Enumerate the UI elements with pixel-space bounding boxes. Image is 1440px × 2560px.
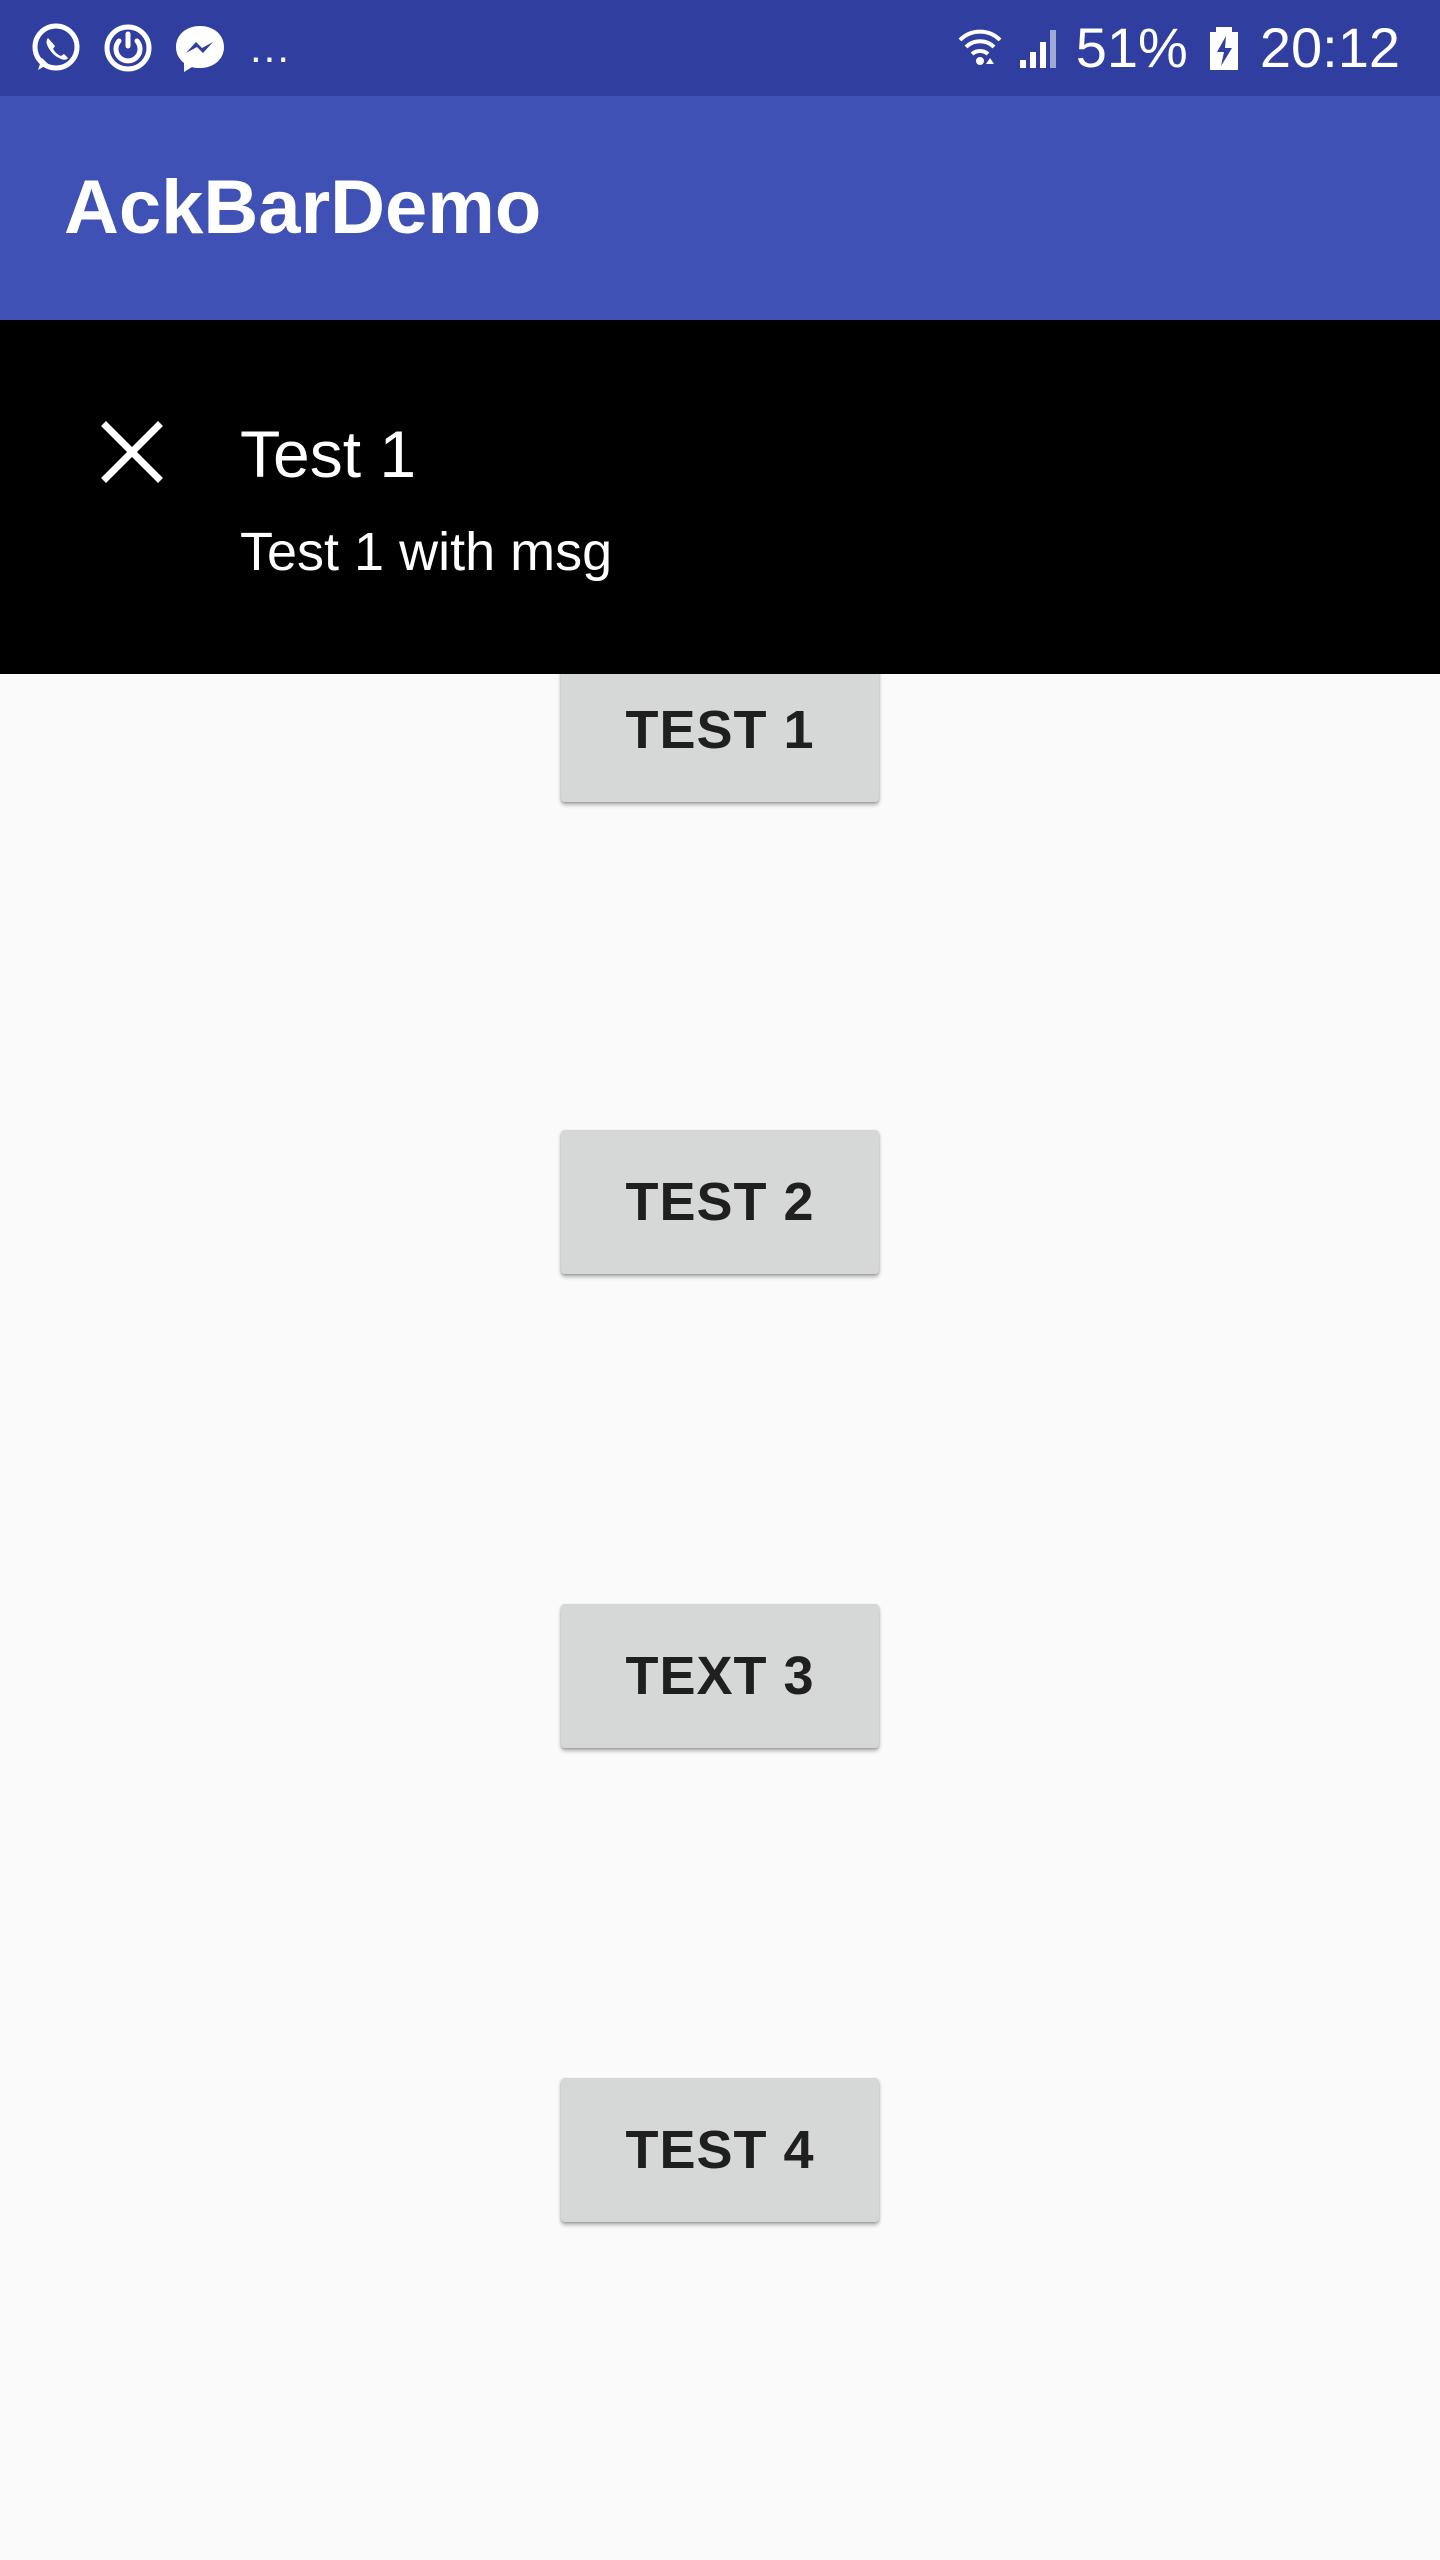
status-bar: ... 51% 20:12 bbox=[0, 0, 1440, 96]
sync-icon bbox=[104, 24, 152, 72]
notification-icons: ... bbox=[28, 20, 291, 76]
signal-icon bbox=[1019, 30, 1056, 68]
battery-charging-icon bbox=[1209, 27, 1238, 70]
test-4-button[interactable]: TEST 4 bbox=[561, 2078, 879, 2222]
ackbar: Test 1 Test 1 with msg bbox=[0, 320, 1440, 674]
wifi-icon bbox=[958, 29, 1002, 65]
app-bar: AckBarDemo bbox=[0, 96, 1440, 320]
text-3-button[interactable]: TEXT 3 bbox=[561, 1604, 879, 1748]
system-icons: 51% 20:12 bbox=[956, 18, 1400, 78]
app-title: AckBarDemo bbox=[64, 165, 542, 250]
test-2-button[interactable]: TEST 2 bbox=[561, 1130, 879, 1274]
whatsapp-icon bbox=[32, 23, 80, 71]
messenger-icon bbox=[176, 26, 224, 72]
clock: 20:12 bbox=[1259, 16, 1400, 79]
battery-percent: 51% bbox=[1075, 16, 1188, 79]
notification-overflow: ... bbox=[250, 24, 292, 71]
test-1-button[interactable]: TEST 1 bbox=[561, 658, 879, 802]
ackbar-message: Test 1 with msg bbox=[240, 522, 613, 582]
ackbar-title: Test 1 bbox=[240, 417, 417, 491]
close-icon[interactable] bbox=[96, 416, 168, 488]
